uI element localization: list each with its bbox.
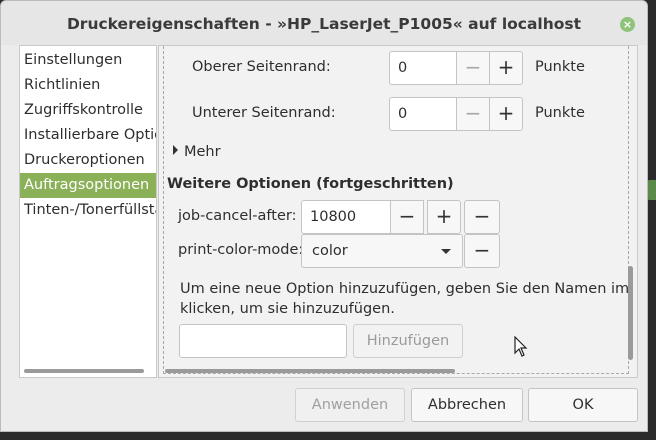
apply-button[interactable]: Anwenden: [295, 388, 405, 422]
panel-vertical-scrollbar[interactable]: [628, 266, 633, 360]
bottom-margin-unit: Punkte: [535, 105, 585, 121]
panel-horizontal-scrollbar[interactable]: [165, 369, 455, 373]
job-options-panel: Oberer Seitenrand: 0 − + Punkte Unterer …: [158, 45, 638, 378]
new-option-input[interactable]: [179, 324, 347, 358]
job-cancel-after-input[interactable]: 10800: [301, 200, 391, 234]
sidebar-item-auftragsoptionen[interactable]: Auftragsoptionen: [20, 173, 156, 198]
more-label: Mehr: [184, 144, 221, 160]
sidebar-item-installierbare-optionen[interactable]: Installierbare Optionen: [20, 123, 156, 148]
window-title: Druckereigenschaften - »HP_LaserJet_P100…: [66, 15, 582, 33]
bottom-margin-input[interactable]: 0: [389, 97, 457, 131]
bottom-margin-label: Unterer Seitenrand:: [192, 105, 336, 121]
print-color-mode-label: print-color-mode:: [178, 242, 304, 258]
bottom-margin-increment-button[interactable]: +: [489, 97, 523, 131]
sidebar-item-zugriffskontrolle[interactable]: Zugriffskontrolle: [20, 98, 156, 123]
print-color-mode-remove-button[interactable]: −: [464, 234, 500, 268]
top-margin-increment-button[interactable]: +: [489, 51, 523, 85]
mouse-pointer-icon: [514, 336, 528, 357]
sidebar-item-richtlinien[interactable]: Richtlinien: [20, 73, 156, 98]
top-margin-input[interactable]: 0: [389, 51, 457, 85]
top-margin-label: Oberer Seitenrand:: [192, 59, 331, 75]
add-option-hint: Um eine neue Option hinzuzufügen, geben …: [180, 279, 629, 319]
more-expander[interactable]: Mehr: [173, 144, 221, 160]
sidebar-item-tinten-tonerfuellstand[interactable]: Tinten-/Tonerfüllstand: [20, 198, 156, 223]
printer-properties-dialog: Druckereigenschaften - »HP_LaserJet_P100…: [0, 0, 648, 432]
sidebar: Einstellungen Richtlinien Zugriffskontro…: [19, 45, 157, 378]
top-margin-decrement-button[interactable]: −: [456, 51, 490, 85]
ok-button[interactable]: OK: [528, 388, 638, 422]
bottom-margin-decrement-button[interactable]: −: [456, 97, 490, 131]
top-margin-unit: Punkte: [535, 59, 585, 75]
add-option-hint-line-1: Um eine neue Option hinzuzufügen, geben …: [180, 281, 630, 297]
sidebar-horizontal-scrollbar[interactable]: [24, 369, 144, 373]
print-color-mode-select[interactable]: color: [301, 234, 463, 268]
print-color-mode-value: color: [312, 243, 348, 259]
sidebar-item-druckeroptionen[interactable]: Druckeroptionen: [20, 148, 156, 173]
job-cancel-after-decrement-button[interactable]: −: [390, 200, 424, 234]
expander-arrow-icon: [173, 145, 178, 155]
job-cancel-after-label: job-cancel-after:: [178, 208, 297, 224]
sidebar-item-einstellungen[interactable]: Einstellungen: [20, 48, 156, 73]
add-option-button[interactable]: Hinzufügen: [353, 324, 463, 358]
dropdown-arrow-icon: [441, 249, 451, 254]
job-cancel-after-remove-button[interactable]: −: [464, 200, 500, 234]
cancel-button[interactable]: Abbrechen: [411, 388, 523, 422]
close-icon[interactable]: ×: [620, 17, 635, 32]
add-option-hint-line-2: klicken, um sie hinzuzufügen.: [180, 301, 395, 317]
titlebar: Druckereigenschaften - »HP_LaserJet_P100…: [1, 1, 647, 45]
advanced-options-heading: Weitere Optionen (fortgeschritten): [167, 176, 454, 192]
job-cancel-after-increment-button[interactable]: +: [427, 200, 461, 234]
